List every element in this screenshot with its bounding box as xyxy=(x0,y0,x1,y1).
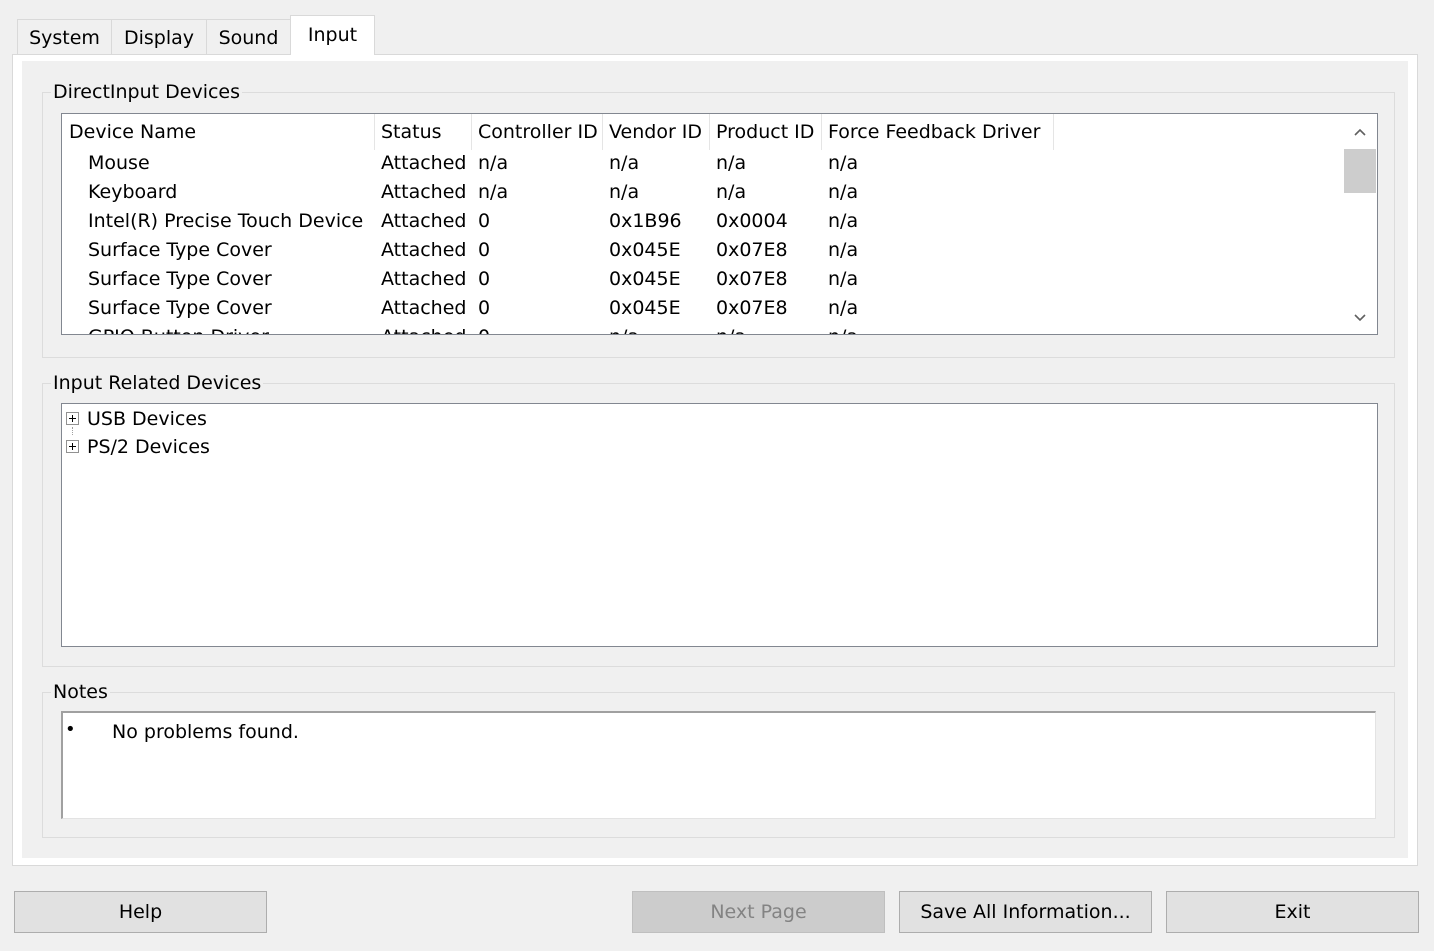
cell-force-feedback-driver: n/a xyxy=(828,268,859,290)
chevron-up-icon[interactable] xyxy=(1343,114,1377,148)
cell-product-id: 0x07E8 xyxy=(716,268,788,290)
tab-display-label: Display xyxy=(123,27,195,49)
cell-vendor-id: n/a xyxy=(609,152,640,174)
cell-status: Attached xyxy=(381,297,467,319)
notes-box[interactable]: • No problems found. xyxy=(61,711,1376,819)
directinput-device-list[interactable]: Device Name Status Controller ID Vendor … xyxy=(61,113,1378,335)
cell-device-name: Surface Type Cover xyxy=(88,268,272,290)
table-row[interactable]: Surface Type Cover Attached 0 0x045E 0x0… xyxy=(62,294,1341,323)
input-related-devices-tree[interactable]: USB Devices PS/2 Devices xyxy=(61,403,1378,647)
next-page-button[interactable]: Next Page xyxy=(632,891,885,933)
cell-product-id: 0x07E8 xyxy=(716,297,788,319)
cell-controller-id: 0 xyxy=(478,297,491,319)
tree-item-label: PS/2 Devices xyxy=(87,436,210,458)
table-row[interactable]: Surface Type Cover Attached 0 0x045E 0x0… xyxy=(62,265,1341,294)
cell-device-name: Mouse xyxy=(88,152,150,174)
cell-product-id: n/a xyxy=(716,152,747,174)
expand-plus-icon[interactable] xyxy=(66,412,79,425)
cell-device-name: GPIO Button Driver xyxy=(88,323,269,334)
help-button[interactable]: Help xyxy=(14,891,267,933)
cell-status: Attached xyxy=(381,239,467,261)
cell-controller-id: 0 xyxy=(478,239,491,261)
table-row[interactable]: Intel(R) Precise Touch Device Attached 0… xyxy=(62,207,1341,236)
cell-device-name: Keyboard xyxy=(88,181,178,203)
cell-status: Attached xyxy=(381,268,467,290)
tab-content-inner: DirectInput Devices Device Name Status C… xyxy=(22,61,1408,858)
cell-force-feedback-driver: n/a xyxy=(828,210,859,232)
notes-title: Notes xyxy=(51,680,110,704)
cell-vendor-id: n/a xyxy=(609,323,639,334)
cell-vendor-id: 0x045E xyxy=(609,297,681,319)
cell-device-name: Surface Type Cover xyxy=(88,239,272,261)
tab-sound-label: Sound xyxy=(218,27,279,49)
note-text: No problems found. xyxy=(112,721,299,743)
cell-controller-id: 0 xyxy=(478,210,491,232)
bullet-icon: • xyxy=(65,719,76,740)
cell-vendor-id: 0x045E xyxy=(609,268,681,290)
directinput-devices-title: DirectInput Devices xyxy=(51,80,243,104)
table-row[interactable]: Surface Type Cover Attached 0 0x045E 0x0… xyxy=(62,236,1341,265)
tree-connector-line xyxy=(72,427,73,435)
tab-content-panel: DirectInput Devices Device Name Status C… xyxy=(12,54,1418,866)
column-header-force-feedback-driver[interactable]: Force Feedback Driver xyxy=(821,114,1054,150)
tab-system[interactable]: System xyxy=(17,19,112,54)
cell-vendor-id: 0x1B96 xyxy=(609,210,682,232)
cell-product-id: n/a xyxy=(716,181,747,203)
directinput-devices-group: DirectInput Devices Device Name Status C… xyxy=(42,80,1395,358)
tree-item-label: USB Devices xyxy=(87,408,207,430)
cell-force-feedback-driver: n/a xyxy=(828,239,859,261)
notes-group: Notes • No problems found. xyxy=(42,680,1395,838)
device-list-rows: Mouse Attached n/a n/a n/a n/a Keyboard … xyxy=(62,149,1341,334)
cell-vendor-id: 0x045E xyxy=(609,239,681,261)
cell-device-name: Intel(R) Precise Touch Device xyxy=(88,210,364,232)
cell-product-id: n/a xyxy=(716,323,746,334)
cell-device-name: Surface Type Cover xyxy=(88,297,272,319)
column-header-device-name[interactable]: Device Name xyxy=(62,114,375,150)
cell-controller-id: n/a xyxy=(478,181,509,203)
column-header-product-id[interactable]: Product ID xyxy=(709,114,822,150)
cell-force-feedback-driver: n/a xyxy=(828,297,859,319)
cell-status: Attached xyxy=(381,323,466,334)
cell-status: Attached xyxy=(381,181,467,203)
cell-controller-id: 0 xyxy=(478,268,491,290)
column-header-controller-id[interactable]: Controller ID xyxy=(471,114,603,150)
table-row[interactable]: GPIO Button Driver Attached 0 n/a n/a n/… xyxy=(62,323,1341,334)
save-all-information-button[interactable]: Save All Information... xyxy=(899,891,1152,933)
expand-plus-icon[interactable] xyxy=(66,440,79,453)
input-related-devices-title: Input Related Devices xyxy=(51,371,264,395)
column-header-status[interactable]: Status xyxy=(374,114,472,150)
cell-product-id: 0x0004 xyxy=(716,210,788,232)
chevron-down-icon[interactable] xyxy=(1343,300,1377,334)
cell-product-id: 0x07E8 xyxy=(716,239,788,261)
cell-status: Attached xyxy=(381,152,467,174)
cell-status: Attached xyxy=(381,210,467,232)
table-row[interactable]: Mouse Attached n/a n/a n/a n/a xyxy=(62,149,1341,178)
cell-force-feedback-driver: n/a xyxy=(828,181,859,203)
tab-sound[interactable]: Sound xyxy=(206,19,291,54)
tab-input[interactable]: Input xyxy=(290,15,375,55)
input-related-devices-group: Input Related Devices USB Devices PS/2 D… xyxy=(42,371,1395,667)
column-header-vendor-id[interactable]: Vendor ID xyxy=(602,114,710,150)
device-list-header: Device Name Status Controller ID Vendor … xyxy=(62,114,1341,150)
cell-controller-id: 0 xyxy=(478,323,490,334)
cell-force-feedback-driver: n/a xyxy=(828,323,858,334)
cell-force-feedback-driver: n/a xyxy=(828,152,859,174)
device-list-scrollbar[interactable] xyxy=(1343,114,1377,334)
scrollbar-thumb[interactable] xyxy=(1344,149,1376,193)
exit-button[interactable]: Exit xyxy=(1166,891,1419,933)
tab-display[interactable]: Display xyxy=(111,19,207,54)
cell-vendor-id: n/a xyxy=(609,181,640,203)
table-row[interactable]: Keyboard Attached n/a n/a n/a n/a xyxy=(62,178,1341,207)
tab-system-label: System xyxy=(29,27,100,49)
tab-input-label: Input xyxy=(307,24,358,46)
cell-controller-id: n/a xyxy=(478,152,509,174)
